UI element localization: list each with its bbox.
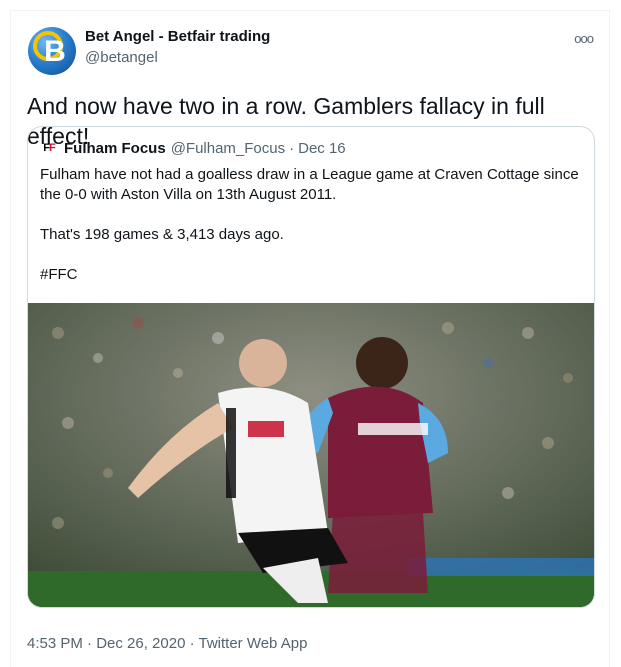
tweet-timestamp-source[interactable]: 4:53 PM · Dec 26, 2020 · Twitter Web App [27, 635, 307, 652]
more-options-icon[interactable]: ooo [574, 31, 594, 46]
quoted-author-handle[interactable]: @Fulham_Focus [171, 140, 285, 157]
quoted-author-name[interactable]: Fulham Focus [64, 140, 166, 157]
advertising-board [408, 558, 594, 576]
author-avatar[interactable]: B [28, 27, 76, 75]
quoted-hashtag: #FFC [40, 266, 78, 283]
fulham-focus-logo-icon: FF [40, 139, 58, 157]
quoted-paragraph: That's 198 games & 3,413 days ago. [40, 226, 284, 243]
quoted-paragraph: Fulham have not had a goalless draw in a… [40, 166, 579, 203]
football-photo-illustration [28, 303, 594, 607]
quoted-tweet-header: FF Fulham Focus @Fulham_Focus · Dec 16 [40, 139, 346, 157]
quoted-date[interactable]: Dec 16 [298, 140, 346, 157]
quoted-tweet[interactable]: FF Fulham Focus @Fulham_Focus · Dec 16 F… [27, 126, 595, 608]
separator-dot: · [289, 139, 295, 157]
author-handle[interactable]: @betangel [85, 49, 158, 66]
tweet-card: B Bet Angel - Betfair trading @betangel … [10, 10, 610, 667]
avatar-logo-letter: B [44, 35, 66, 68]
quoted-tweet-photo[interactable] [28, 303, 594, 607]
logo-letter-2: F [49, 142, 56, 154]
author-name[interactable]: Bet Angel - Betfair trading [85, 28, 270, 45]
quoted-tweet-body: Fulham have not had a goalless draw in a… [40, 165, 588, 305]
